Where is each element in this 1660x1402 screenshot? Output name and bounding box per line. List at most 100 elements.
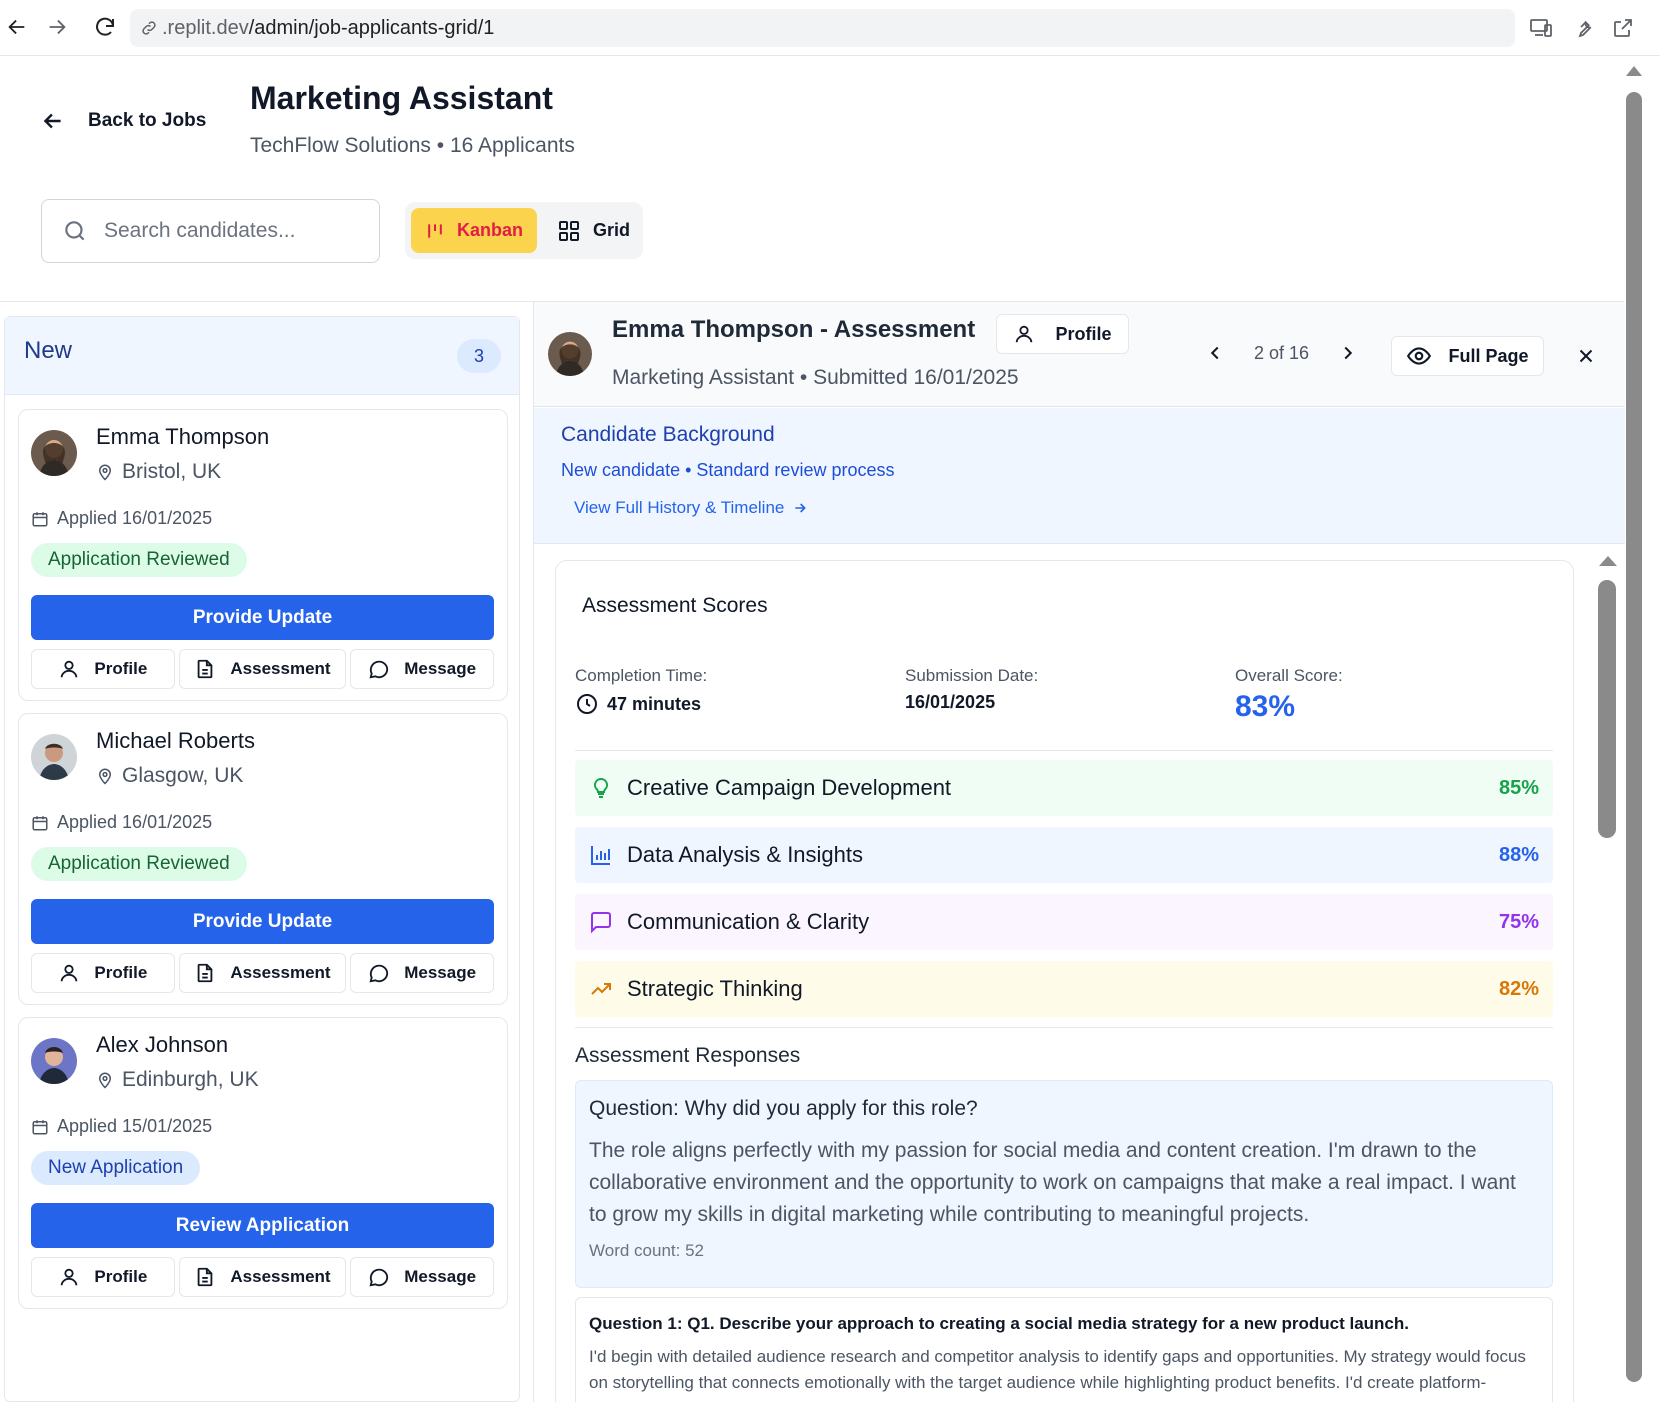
bar-chart-icon	[591, 846, 610, 865]
avatar	[31, 430, 77, 476]
message-button[interactable]: Message	[350, 1257, 494, 1297]
message-circle-icon	[369, 1268, 389, 1287]
provide-update-button[interactable]: Provide Update	[31, 595, 494, 640]
candidate-card[interactable]: Michael Roberts Glasgow, UK Applied 16/0…	[18, 713, 508, 1005]
profile-label: Profile	[94, 659, 148, 678]
submission-date: Submission Date: 16/01/2025	[905, 666, 1038, 713]
score-row-communication: Communication & Clarity 75%	[575, 894, 1553, 950]
score-row-creative: Creative Campaign Development 85%	[575, 760, 1553, 816]
column-header: New 3	[5, 317, 519, 395]
profile-button[interactable]: Profile	[31, 1257, 175, 1297]
assessment-button[interactable]: Assessment	[178, 649, 347, 689]
avatar	[31, 734, 77, 780]
background-summary: New candidate • Standard review process	[561, 460, 895, 480]
question-heading: Question 1: Q1. Describe your approach t…	[589, 1314, 1409, 1333]
main-question-block: Question: Why did you apply for this rol…	[575, 1080, 1553, 1288]
panel-scrollbar[interactable]	[1594, 550, 1622, 1402]
calendar-icon	[32, 815, 48, 830]
devices-icon[interactable]	[1527, 14, 1555, 42]
applied-date: Applied 16/01/2025	[31, 812, 212, 833]
assessment-label: Assessment	[230, 659, 331, 678]
status-badge: Application Reviewed	[31, 543, 247, 577]
location-text: Edinburgh, UK	[122, 1068, 259, 1091]
score-value: 85%	[1498, 776, 1539, 799]
back-to-jobs-button[interactable]: Back to Jobs	[40, 108, 206, 134]
candidate-background: Candidate Background New candidate • Sta…	[534, 408, 1625, 544]
assessment-panel: Emma Thompson - Assessment Profile Marke…	[533, 302, 1625, 1402]
reload-icon[interactable]	[92, 14, 118, 40]
applied-text: Applied 16/01/2025	[57, 812, 213, 832]
document-icon	[198, 963, 213, 983]
document-icon	[198, 659, 213, 679]
provide-update-button[interactable]: Provide Update	[31, 899, 494, 944]
assessment-button[interactable]: Assessment	[178, 1257, 347, 1297]
search-box[interactable]	[41, 199, 380, 263]
chevron-right-icon[interactable]	[1337, 342, 1359, 364]
grid-view-button[interactable]: Grid	[543, 208, 644, 253]
address-bar[interactable]: .replit.dev/admin/job-applicants-grid/1	[130, 9, 1515, 47]
card-actions: Profile Assessment Message	[31, 953, 494, 993]
overall-score-label: Overall Score:	[1235, 666, 1343, 685]
profile-button[interactable]: Profile	[31, 953, 175, 993]
assessment-button[interactable]: Assessment	[178, 953, 347, 993]
wrench-icon[interactable]	[1569, 14, 1597, 42]
location-text: Glasgow, UK	[122, 764, 244, 787]
divider	[575, 1027, 1553, 1028]
status-badge: Application Reviewed	[31, 847, 247, 881]
search-icon	[65, 221, 85, 241]
candidate-card[interactable]: Alex Johnson Edinburgh, UK Applied 15/01…	[18, 1017, 508, 1309]
map-pin-icon	[98, 768, 112, 785]
search-input[interactable]	[104, 219, 354, 243]
panel-profile-button[interactable]: Profile	[996, 314, 1129, 354]
score-name: Communication & Clarity	[627, 909, 870, 934]
review-application-button[interactable]: Review Application	[31, 1203, 494, 1248]
profile-label: Profile	[94, 963, 148, 982]
calendar-icon	[32, 511, 48, 526]
completion-time-value: 47 minutes	[607, 693, 702, 714]
grid-label: Grid	[593, 220, 631, 240]
url-path: /admin/job-applicants-grid/1	[248, 16, 495, 39]
close-icon[interactable]	[1572, 342, 1600, 370]
chevron-left-icon[interactable]	[1204, 342, 1226, 364]
user-icon	[61, 964, 78, 982]
user-icon	[61, 660, 78, 678]
profile-label: Profile	[94, 1267, 148, 1286]
panel-subtitle: Marketing Assistant • Submitted 16/01/20…	[612, 366, 1019, 389]
overall-score-value: 83%	[1235, 690, 1296, 723]
arrow-left-icon	[43, 113, 61, 129]
scroll-up-icon[interactable]	[1625, 64, 1643, 78]
message-circle-icon	[369, 660, 389, 679]
page-scrollbar-thumb[interactable]	[1626, 92, 1642, 1382]
assessment-scores-card: Assessment Scores Completion Time: 47 mi…	[555, 560, 1574, 1402]
profile-button[interactable]: Profile	[31, 649, 175, 689]
scroll-up-icon[interactable]	[1598, 554, 1618, 568]
open-external-icon[interactable]	[1609, 14, 1637, 42]
back-arrow-icon[interactable]	[4, 14, 30, 40]
pager-text: 2 of 16	[1254, 342, 1310, 363]
kanban-column-new: New 3 Emma Thompson Bristol, UK Applied …	[4, 316, 520, 1402]
kanban-label: Kanban	[457, 220, 524, 240]
word-count: Word count: 52	[589, 1241, 704, 1260]
score-value: 75%	[1498, 910, 1539, 933]
trending-up-icon	[591, 983, 611, 995]
page-scrollbar[interactable]	[1624, 56, 1660, 1402]
forward-arrow-icon[interactable]	[44, 14, 70, 40]
kanban-icon	[428, 223, 442, 238]
panel-scrollbar-thumb[interactable]	[1598, 580, 1616, 838]
message-button[interactable]: Message	[350, 953, 494, 993]
browser-toolbar: .replit.dev/admin/job-applicants-grid/1	[0, 0, 1660, 56]
kanban-view-button[interactable]: Kanban	[411, 208, 538, 253]
completion-time: Completion Time: 47 minutes	[575, 666, 707, 716]
view-history-link[interactable]: View Full History & Timeline	[574, 498, 808, 518]
score-name: Creative Campaign Development	[627, 775, 952, 800]
score-value: 82%	[1498, 977, 1539, 1000]
arrow-right-icon	[795, 503, 807, 513]
message-button[interactable]: Message	[350, 649, 494, 689]
candidate-location: Edinburgh, UK	[96, 1068, 259, 1092]
full-page-label: Full Page	[1448, 345, 1529, 366]
eye-icon	[1407, 347, 1432, 365]
full-page-button[interactable]: Full Page	[1391, 336, 1544, 376]
candidate-card[interactable]: Emma Thompson Bristol, UK Applied 16/01/…	[18, 409, 508, 701]
link-icon	[140, 19, 158, 37]
completion-time-label: Completion Time:	[575, 666, 708, 685]
